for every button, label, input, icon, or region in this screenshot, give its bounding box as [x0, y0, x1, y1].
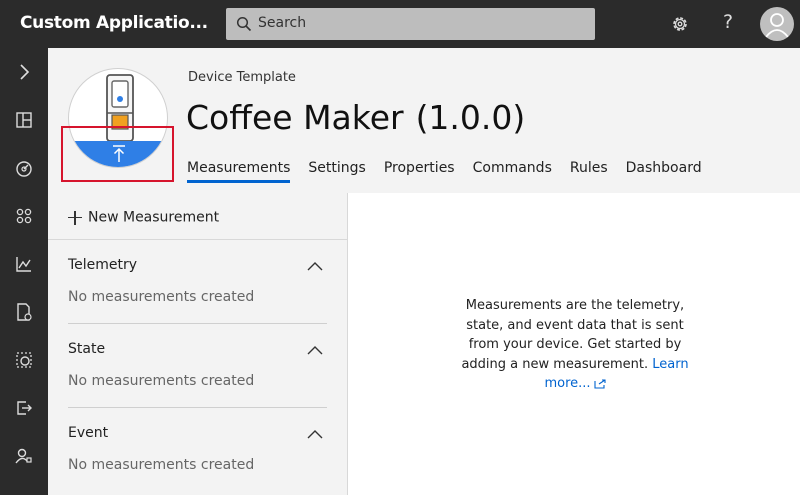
devices-icon[interactable]	[14, 159, 34, 179]
chevron-up-icon[interactable]	[307, 261, 323, 271]
image-highlight-box	[61, 126, 174, 182]
external-link-icon	[593, 378, 606, 389]
new-measurement-button[interactable]: New Measurement	[68, 207, 219, 229]
section-title: State	[68, 341, 106, 357]
chevron-up-icon[interactable]	[307, 345, 323, 355]
search-icon	[236, 16, 252, 32]
plus-icon	[68, 210, 82, 225]
info-text: Measurements are the telemetry, state, a…	[461, 298, 685, 372]
apps-icon[interactable]	[14, 206, 34, 226]
tab-bar: Measurements Settings Properties Commands Ru…	[187, 157, 720, 183]
chevron-up-icon[interactable]	[307, 429, 323, 439]
top-bar: Custom Applicatio... Search ?	[0, 0, 800, 48]
empty-state: No measurements created	[68, 289, 255, 305]
gear-icon[interactable]	[670, 14, 690, 34]
app-title[interactable]: Custom Applicatio...	[20, 13, 208, 33]
measurements-panel: New Measurement Telemetry No measurement…	[48, 193, 348, 495]
empty-info: Measurements are the telemetry, state, a…	[460, 296, 690, 394]
analytics-icon[interactable]	[14, 254, 34, 274]
template-subtitle: Device Template	[188, 70, 296, 85]
divider	[68, 407, 327, 408]
page-title: Coffee Maker (1.0.0)	[186, 98, 525, 137]
template-version: (1.0.0)	[415, 98, 526, 137]
help-icon[interactable]: ?	[718, 11, 738, 33]
tab-settings[interactable]: Settings	[308, 160, 365, 180]
device-explorer-icon[interactable]	[14, 350, 34, 370]
divider	[68, 323, 327, 324]
avatar[interactable]	[760, 7, 794, 41]
tab-dashboard[interactable]: Dashboard	[626, 160, 702, 180]
user-icon	[765, 13, 789, 38]
empty-state: No measurements created	[68, 373, 255, 389]
search-box[interactable]: Search	[226, 8, 595, 40]
tab-commands[interactable]: Commands	[473, 160, 552, 180]
section-title: Event	[68, 425, 109, 441]
administration-icon[interactable]	[14, 446, 34, 466]
empty-state: No measurements created	[68, 457, 255, 473]
tab-properties[interactable]: Properties	[384, 160, 455, 180]
divider	[48, 239, 347, 240]
tab-rules[interactable]: Rules	[570, 160, 608, 180]
search-input[interactable]: Search	[258, 15, 306, 31]
section-title: Telemetry	[68, 257, 138, 273]
export-icon[interactable]	[14, 398, 34, 418]
dashboard-icon[interactable]	[14, 110, 34, 130]
device-template-icon[interactable]	[14, 302, 34, 322]
template-header: Device Template Coffee Maker (1.0.0) Meas…	[48, 48, 800, 193]
chevron-right-icon[interactable]	[14, 62, 34, 82]
template-name: Coffee Maker	[186, 98, 404, 137]
left-nav	[0, 48, 48, 495]
tab-measurements[interactable]: Measurements	[187, 160, 291, 183]
